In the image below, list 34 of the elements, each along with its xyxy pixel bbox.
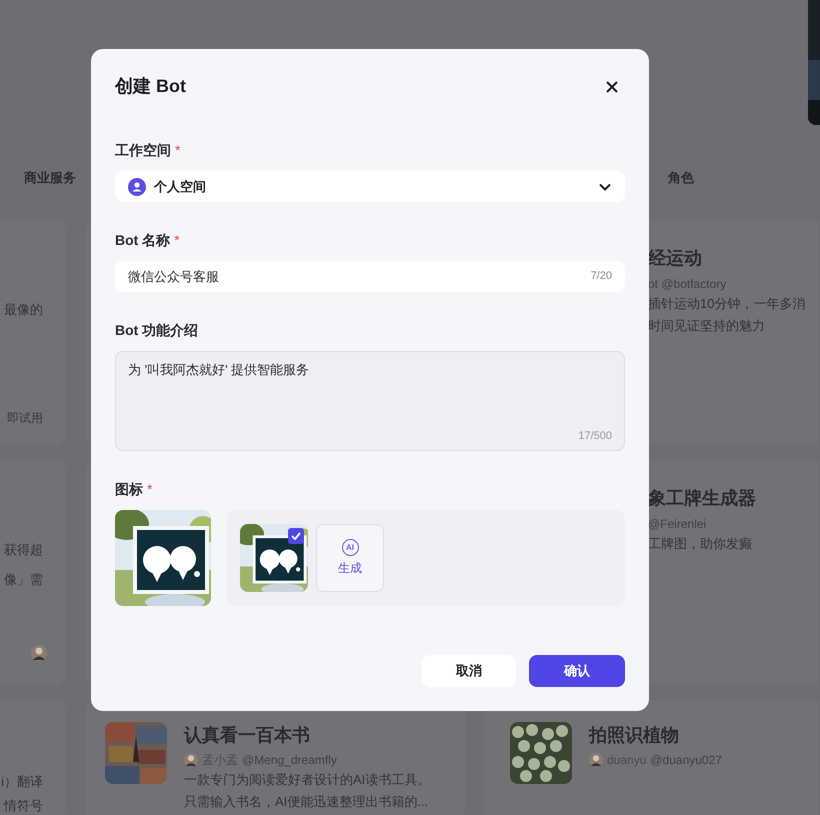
card-description: 只需输入书名，AI便能迅速整理出书籍的... [184,793,430,811]
name-field[interactable]: 微信公众号客服 7/20 [115,261,625,292]
card-description: 一款专门为阅读爱好者设计的AI读书工具。 [184,771,430,789]
required-mark: * [174,231,180,250]
workspace-select[interactable]: 个人空间 [115,171,625,202]
character-counter: 17/500 [578,428,612,444]
field-label: Bot 名称 [115,231,170,250]
required-mark: * [175,141,180,160]
dialog-title: 创建 Bot [115,75,186,98]
field-label: 图标 [115,480,143,499]
card-description: 情符号 [4,797,43,815]
required-mark: * [147,480,152,499]
card-description: 像」需 [4,571,43,589]
icon-option[interactable] [240,524,308,592]
field-label: 工作空间 [115,141,171,160]
card-description: 插针运动10分钟，一年多消 [648,295,806,313]
description-field[interactable]: 为 '叫我阿杰就好' 提供智能服务 17/500 [115,351,625,451]
card-title: 经运动 [648,247,703,270]
cancel-button[interactable]: 取消 [422,655,516,687]
card-description: 工牌图，助你发癫 [648,535,753,553]
card-description: 最像的 [4,301,43,319]
confirm-button[interactable]: 确认 [529,655,625,687]
card-description: 时间见证坚持的魅力 [648,317,766,335]
card-description: 获得超 [4,541,43,559]
ai-icon: AI [342,539,358,556]
field-label: Bot 功能介绍 [115,321,198,340]
character-counter: 7/20 [590,269,612,284]
card-title: 拍照识植物 [589,724,680,747]
card-title: 认真看一百本书 [184,724,311,747]
user-icon [128,178,146,196]
card-description: i）翻译 [1,773,43,791]
close-icon[interactable] [605,80,619,94]
generate-button[interactable]: AI 生成 [316,524,384,592]
card-title: 象工牌生成器 [648,487,757,510]
